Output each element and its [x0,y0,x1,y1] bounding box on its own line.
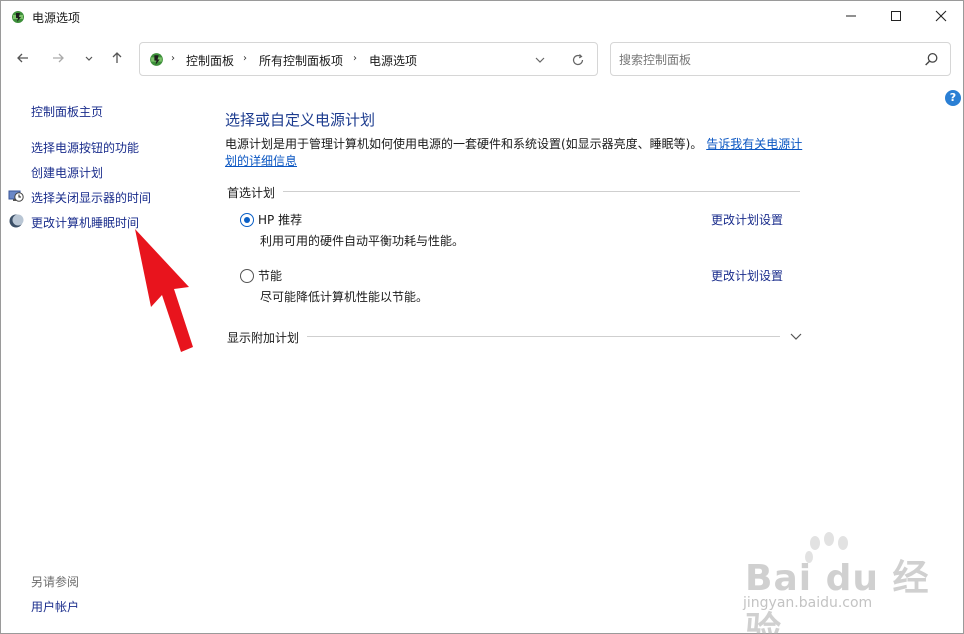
moon-icon [9,214,24,228]
close-button[interactable] [918,1,964,31]
up-button[interactable] [106,47,128,69]
page-description: 电源计划是用于管理计算机如何使用电源的一套硬件和系统设置(如显示器亮度、睡眠等)… [225,136,805,170]
maximize-button[interactable] [873,1,919,31]
plan-description: 利用可用的硬件自动平衡功耗与性能。 [260,234,465,248]
control-panel-home-link[interactable]: 控制面板主页 [31,103,103,120]
plan-name-hp-recommended[interactable]: HP 推荐 [258,211,302,228]
power-options-app-icon [12,11,24,23]
baidu-jingyan-url: jingyan.baidu.com [743,595,873,611]
arrow-up-icon [112,52,122,63]
help-icon[interactable]: ? [945,90,961,106]
plan-radio-power-saver[interactable] [240,269,254,283]
power-options-window: 电源选项 › 控制面板 › 所有控制面板项 › 电源选项 搜索控制面板 ? 控制… [0,0,964,634]
change-plan-settings-link[interactable]: 更改计划设置 [711,267,783,284]
display-off-time-link[interactable]: 选择关闭显示器的时间 [31,189,151,206]
red-arrow-annotation [135,229,193,352]
maximize-icon [891,11,901,21]
change-sleep-time-link[interactable]: 更改计算机睡眠时间 [31,214,139,231]
breadcrumb-all-items[interactable]: 所有控制面板项 [259,52,343,69]
minimize-icon [846,15,856,17]
plan-name-power-saver[interactable]: 节能 [258,267,282,284]
address-dropdown-icon[interactable] [532,52,548,68]
chevron-down-icon[interactable] [789,331,803,343]
address-bar[interactable]: › 控制面板 › 所有控制面板项 › 电源选项 [139,42,598,76]
control-panel-icon [150,53,163,66]
divider [227,336,780,337]
show-additional-plans-label[interactable]: 显示附加计划 [227,329,308,346]
plan-radio-hp-recommended[interactable] [240,213,254,227]
back-button[interactable] [12,47,34,69]
breadcrumb-control-panel[interactable]: 控制面板 [186,52,234,69]
search-icon[interactable] [923,51,940,68]
arrow-left-icon [17,53,28,63]
change-plan-settings-link[interactable]: 更改计划设置 [711,211,783,228]
recent-locations-button[interactable] [78,47,100,69]
forward-button[interactable] [47,47,69,69]
refresh-icon[interactable] [570,52,586,68]
breadcrumb-separator-icon: › [353,53,357,64]
preferred-plans-label: 首选计划 [227,184,284,201]
description-text: 电源计划是用于管理计算机如何使用电源的一套硬件和系统设置(如显示器亮度、睡眠等)… [225,137,703,151]
title-bar: 电源选项 [1,1,963,33]
minimize-button[interactable] [828,1,874,31]
user-accounts-link[interactable]: 用户帐户 [31,598,79,615]
breadcrumb-power-options[interactable]: 电源选项 [369,52,417,69]
breadcrumb-separator-icon: › [171,53,175,64]
breadcrumb-separator-icon: › [243,53,247,64]
divider [227,191,800,192]
see-also-label: 另请参阅 [31,575,80,589]
create-power-plan-link[interactable]: 创建电源计划 [31,164,103,181]
plan-description: 尽可能降低计算机性能以节能。 [260,290,429,304]
page-heading: 选择或自定义电源计划 [225,111,376,129]
search-box[interactable] [610,42,951,76]
choose-power-button-link[interactable]: 选择电源按钮的功能 [31,139,139,156]
chevron-down-icon [85,56,93,61]
close-icon [935,10,947,22]
baidu-jingyan-watermark: Bai du 经验 [745,558,930,634]
monitor-clock-icon [8,190,24,202]
search-input[interactable] [619,51,909,68]
window-title: 电源选项 [32,11,81,25]
arrow-right-icon [53,53,64,63]
